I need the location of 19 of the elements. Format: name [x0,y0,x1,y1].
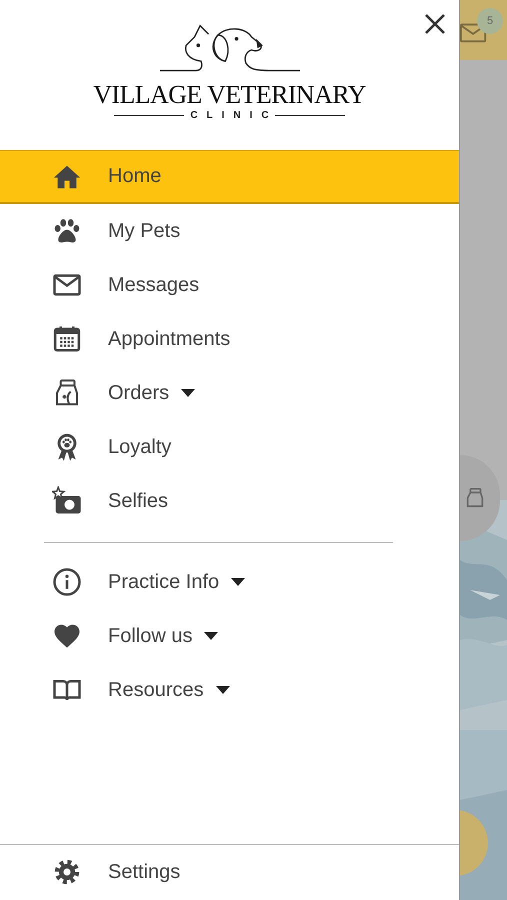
menu-item[interactable]: Resources [0,663,459,717]
settings-icon [52,857,82,887]
menu-item[interactable]: Loyalty [0,420,459,474]
close-icon[interactable] [423,12,447,36]
message-count-badge: 5 [477,8,503,34]
menu-item[interactable]: Settings [0,845,459,899]
menu-item[interactable]: Messages [0,258,459,312]
calendar-icon [52,324,82,354]
logo-title: VILLAGE VETERINARY [93,82,366,108]
logo-subtitle: CLINIC [190,110,278,121]
camera-star-icon [52,486,82,516]
menu-item[interactable]: Practice Info [0,555,459,609]
menu-item[interactable]: Follow us [0,609,459,663]
menu-item[interactable]: Home [0,150,459,204]
menu-item[interactable]: Appointments [0,312,459,366]
menu-item[interactable]: My Pets [0,204,459,258]
info-icon [52,567,82,597]
menu-item[interactable]: Orders [0,366,459,420]
menu-item[interactable]: Selfies [0,474,459,528]
